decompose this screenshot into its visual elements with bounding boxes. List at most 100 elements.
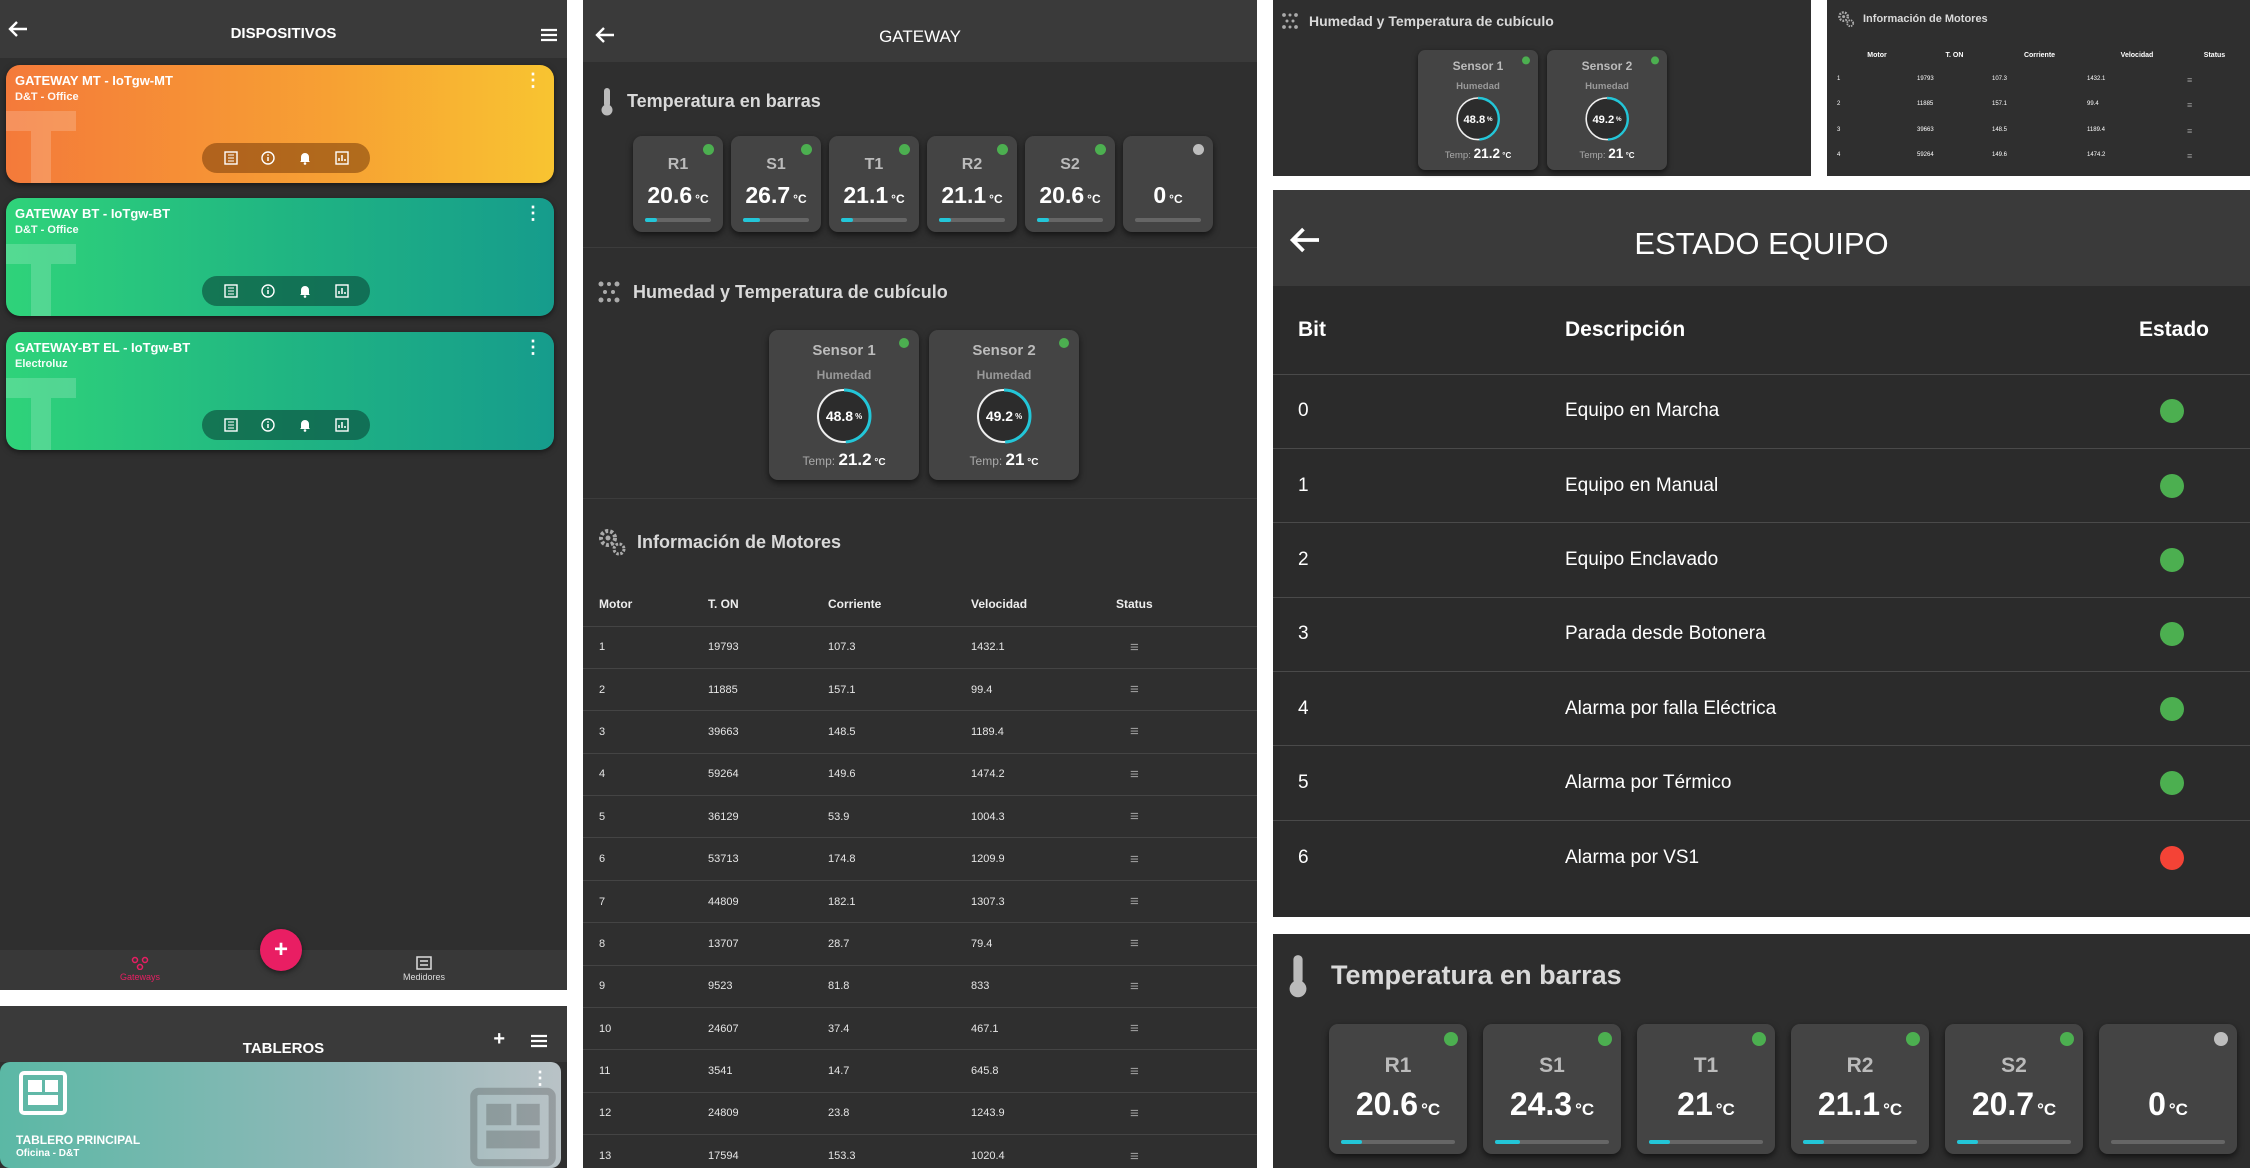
table-row[interactable]: 5 36129 53.9 1004.3 ≡ bbox=[583, 795, 1257, 838]
table-row[interactable]: 1 19793 107.3 1432.1 ≡ bbox=[583, 625, 1257, 669]
temp-chip[interactable]: R1 20.6 °C bbox=[633, 136, 723, 232]
sensor-card[interactable]: Sensor 1 Humedad 48.8% Temp: 21.2 °C bbox=[769, 330, 919, 480]
list-icon[interactable] bbox=[223, 284, 238, 298]
chip-number: 0 bbox=[2148, 1086, 2166, 1122]
kebab-menu-icon[interactable]: ⋮ bbox=[524, 204, 542, 222]
list-icon[interactable]: ≡ bbox=[1116, 893, 1139, 910]
kebab-menu-icon[interactable]: ⋮ bbox=[524, 71, 542, 89]
sensor-card[interactable]: Sensor 2 Humedad 49.2% Temp: 21 °C bbox=[929, 330, 1079, 480]
kebab-menu-icon[interactable]: ⋮ bbox=[524, 338, 542, 356]
chart-icon[interactable] bbox=[334, 418, 349, 432]
table-row[interactable]: 6 53713 174.8 1209.9 ≡ bbox=[583, 837, 1257, 881]
info-icon[interactable] bbox=[260, 151, 275, 165]
menu-icon[interactable] bbox=[541, 28, 557, 42]
table-row[interactable]: 4 59264 149.6 1474.2 ≡ bbox=[1837, 143, 2242, 169]
mini-motors-section-title: Información de Motores bbox=[1837, 10, 1988, 28]
menu-icon[interactable] bbox=[531, 1034, 547, 1048]
table-cell: 39663 bbox=[1917, 126, 1934, 133]
table-row[interactable]: 2 11885 157.1 99.4 ≡ bbox=[1837, 92, 2242, 118]
board-icon bbox=[19, 1071, 67, 1115]
list-icon[interactable]: ≡ bbox=[2187, 151, 2192, 161]
list-icon[interactable]: ≡ bbox=[1116, 639, 1139, 656]
table-row[interactable]: 1 Equipo en Manual bbox=[1273, 447, 2250, 523]
table-row[interactable]: 13 17594 153.3 1020.4 ≡ bbox=[583, 1134, 1257, 1168]
nav-gateways[interactable]: Gateways bbox=[100, 956, 180, 982]
info-icon[interactable] bbox=[260, 418, 275, 432]
temp-chip[interactable]: T1 21 °C bbox=[1637, 1024, 1775, 1154]
list-icon[interactable]: ≡ bbox=[1116, 681, 1139, 698]
sensor-name: Sensor 2 bbox=[972, 342, 1036, 359]
device-card-mt[interactable]: GATEWAY MT - IoTgw-MT D&T - Office ⋮ bbox=[6, 65, 554, 183]
list-icon[interactable] bbox=[223, 418, 238, 432]
chart-icon[interactable] bbox=[334, 284, 349, 298]
table-row[interactable]: 7 44809 182.1 1307.3 ≡ bbox=[583, 879, 1257, 923]
bell-icon[interactable] bbox=[298, 284, 312, 298]
temp-chip[interactable]: 0 °C bbox=[1123, 136, 1213, 232]
chart-icon[interactable] bbox=[334, 151, 349, 165]
bell-icon[interactable] bbox=[298, 418, 312, 432]
bell-icon[interactable] bbox=[298, 151, 312, 165]
table-row[interactable]: 3 39663 148.5 1189.4 ≡ bbox=[1837, 117, 2242, 143]
state-cell bbox=[2139, 447, 2250, 523]
board-card[interactable]: ⋮ TABLERO PRINCIPAL Oficina - D&T bbox=[0, 1062, 561, 1168]
temp-chip[interactable]: S2 20.6 °C bbox=[1025, 136, 1115, 232]
temp-chip[interactable]: S1 24.3 °C bbox=[1483, 1024, 1621, 1154]
temp-chip[interactable]: R2 21.1 °C bbox=[927, 136, 1017, 232]
nav-medidores[interactable]: Medidores bbox=[384, 956, 464, 982]
table-row[interactable]: 9 9523 81.8 833 ≡ bbox=[583, 964, 1257, 1008]
table-row[interactable]: 3 Parada desde Botonera bbox=[1273, 596, 2250, 672]
temp-chip[interactable]: R2 21.1 °C bbox=[1791, 1024, 1929, 1154]
device-card-el[interactable]: GATEWAY-BT EL - IoTgw-BT Electroluz ⋮ bbox=[6, 332, 554, 450]
table-row[interactable]: 1 19793 107.3 1432.1 ≡ bbox=[1837, 66, 2242, 92]
table-cell: 1474.2 bbox=[2087, 152, 2106, 159]
chip-level-fill bbox=[939, 218, 951, 222]
back-arrow-icon[interactable] bbox=[595, 26, 615, 44]
list-icon[interactable]: ≡ bbox=[1116, 1105, 1139, 1122]
temp-chip[interactable]: T1 21.1 °C bbox=[829, 136, 919, 232]
chip-unit: °C bbox=[989, 192, 1003, 206]
list-icon[interactable]: ≡ bbox=[1116, 851, 1139, 868]
list-icon[interactable]: ≡ bbox=[1116, 1020, 1139, 1037]
table-row[interactable]: 4 Alarma por falla Eléctrica bbox=[1273, 671, 2250, 746]
list-icon[interactable]: ≡ bbox=[1116, 808, 1139, 825]
sensor-card[interactable]: Sensor 2 Humedad 49.2% Temp: 21 °C bbox=[1547, 50, 1667, 170]
list-icon[interactable]: ≡ bbox=[1116, 766, 1139, 783]
table-row[interactable]: 0 Equipo en Marcha bbox=[1273, 373, 2250, 449]
chip-unit: °C bbox=[695, 192, 709, 206]
add-icon[interactable]: + bbox=[493, 1028, 505, 1051]
info-icon[interactable] bbox=[260, 284, 275, 298]
list-icon[interactable]: ≡ bbox=[1116, 723, 1139, 740]
table-row[interactable]: 2 Equipo Enclavado bbox=[1273, 522, 2250, 598]
list-icon[interactable]: ≡ bbox=[2187, 126, 2192, 136]
table-row[interactable]: 3 39663 148.5 1189.4 ≡ bbox=[583, 710, 1257, 754]
table-row[interactable]: 2 11885 157.1 99.4 ≡ bbox=[583, 667, 1257, 711]
sensor-card[interactable]: Sensor 1 Humedad 48.8% Temp: 21.2 °C bbox=[1418, 50, 1538, 170]
list-icon[interactable] bbox=[223, 151, 238, 165]
description-cell: Parada desde Botonera bbox=[1565, 596, 2139, 672]
list-icon[interactable]: ≡ bbox=[1116, 1063, 1139, 1080]
table-row[interactable]: 5 Alarma por Térmico bbox=[1273, 745, 2250, 821]
table-header-row: Motor T. ON Corriente Velocidad Status bbox=[1837, 44, 2242, 66]
table-row[interactable]: 10 24607 37.4 467.1 ≡ bbox=[583, 1007, 1257, 1050]
temp-chip[interactable]: S1 26.7 °C bbox=[731, 136, 821, 232]
table-row[interactable]: 4 59264 149.6 1474.2 ≡ bbox=[583, 752, 1257, 796]
chip-unit: °C bbox=[891, 192, 905, 206]
list-icon[interactable]: ≡ bbox=[1116, 935, 1139, 952]
temp-chip[interactable]: R1 20.6 °C bbox=[1329, 1024, 1467, 1154]
bit-cell: 5 bbox=[1273, 745, 1565, 821]
table-row[interactable]: 12 24809 23.8 1243.9 ≡ bbox=[583, 1091, 1257, 1135]
back-arrow-icon[interactable] bbox=[8, 20, 28, 38]
chip-value: 0 °C bbox=[1123, 182, 1213, 209]
list-icon[interactable]: ≡ bbox=[1116, 1148, 1139, 1165]
temp-chip[interactable]: S2 20.7 °C bbox=[1945, 1024, 2083, 1154]
add-fab-button[interactable]: + bbox=[260, 929, 302, 971]
device-card-bt[interactable]: GATEWAY BT - IoTgw-BT D&T - Office ⋮ bbox=[6, 198, 554, 316]
table-row[interactable]: 8 13707 28.7 79.4 ≡ bbox=[583, 922, 1257, 966]
kebab-menu-icon[interactable]: ⋮ bbox=[531, 1068, 549, 1089]
list-icon[interactable]: ≡ bbox=[2187, 100, 2192, 110]
list-icon[interactable]: ≡ bbox=[2187, 75, 2192, 85]
list-icon[interactable]: ≡ bbox=[1116, 978, 1139, 995]
temp-chip[interactable]: 0 °C bbox=[2099, 1024, 2237, 1154]
table-row[interactable]: 6 Alarma por VS1 bbox=[1273, 819, 2250, 895]
table-row[interactable]: 11 3541 14.7 645.8 ≡ bbox=[583, 1049, 1257, 1093]
